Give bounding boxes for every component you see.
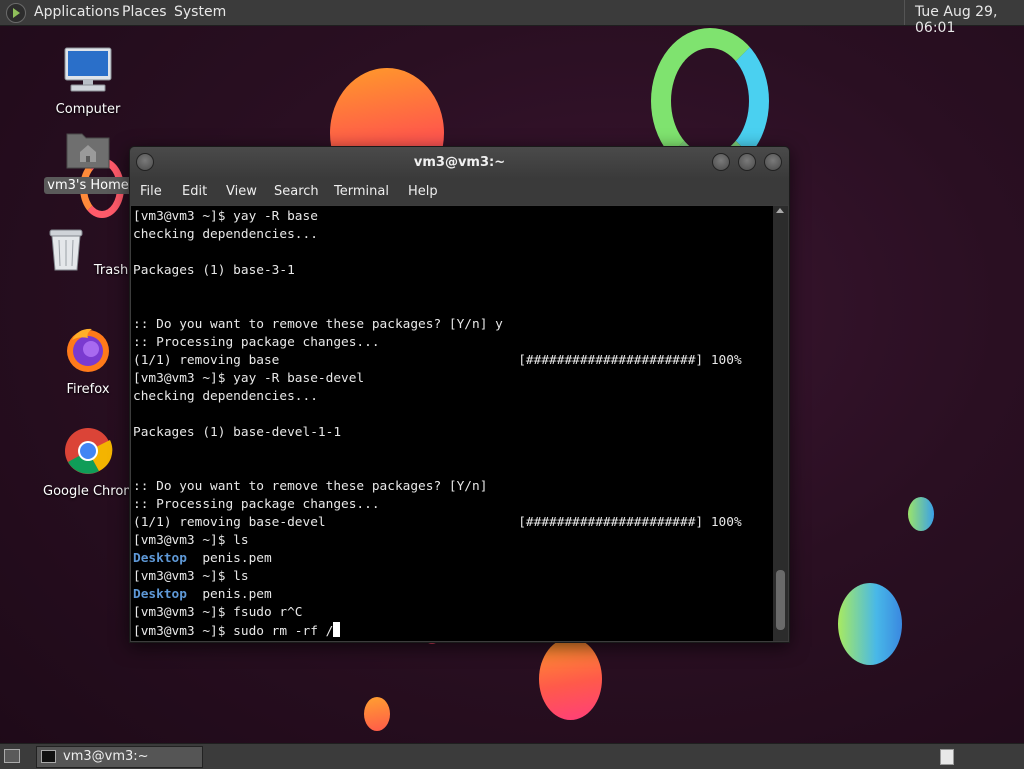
taskbar-button-terminal[interactable]: vm3@vm3:~	[36, 746, 203, 768]
menu-terminal[interactable]: Terminal	[334, 184, 389, 199]
system-menu[interactable]: System	[174, 4, 226, 20]
ls-output-line: Desktop penis.pem	[133, 586, 742, 604]
title-bar[interactable]: vm3@vm3:~	[130, 147, 789, 179]
chrome-icon	[65, 428, 113, 474]
terminal-line: :: Processing package changes...	[133, 335, 380, 350]
desktop-icon-label: Trash	[93, 263, 129, 278]
menu-view[interactable]: View	[226, 184, 257, 199]
desktop-icon-label: Firefox	[66, 382, 110, 397]
scroll-up-arrow-icon[interactable]	[776, 208, 784, 213]
mate-logo-icon[interactable]	[6, 3, 26, 23]
show-desktop-icon[interactable]	[4, 749, 20, 763]
wallpaper-blob	[539, 638, 602, 720]
top-panel: Applications Places System Tue Aug 29, 0…	[0, 0, 1024, 36]
places-menu[interactable]: Places	[122, 4, 167, 20]
desktop-icon-computer[interactable]: Computer	[40, 46, 136, 118]
workspace-switcher-icon[interactable]	[940, 749, 954, 765]
menu-bar: File Edit View Search Terminal Help	[130, 179, 789, 205]
bottom-panel: vm3@vm3:~	[0, 743, 1024, 769]
text-cursor	[333, 622, 341, 637]
trash-icon	[49, 229, 83, 271]
terminal-line: [vm3@vm3 ~]$ ls	[133, 569, 249, 584]
terminal-line: :: Do you want to remove these packages?…	[133, 317, 503, 332]
terminal-line: (1/1) removing base-devel [#############…	[133, 515, 742, 530]
computer-icon	[64, 47, 112, 92]
terminal-line: :: Do you want to remove these packages?…	[133, 479, 488, 494]
home-folder-icon	[66, 133, 110, 169]
close-button[interactable]	[764, 153, 782, 171]
current-command: [vm3@vm3 ~]$ sudo rm -rf /	[133, 624, 334, 639]
applications-menu[interactable]: Applications	[34, 4, 120, 20]
maximize-button[interactable]	[738, 153, 756, 171]
terminal-line: Packages (1) base-devel-1-1	[133, 425, 342, 440]
file-name: penis.pem	[186, 587, 272, 602]
terminal-prompt-line[interactable]: [vm3@vm3 ~]$ sudo rm -rf /	[133, 622, 742, 640]
terminal-line: :: Processing package changes...	[133, 497, 380, 512]
wallpaper-blob	[364, 697, 390, 731]
terminal-line: (1/1) removing base [###################…	[133, 353, 742, 368]
desktop-icon-label: Google Chrom	[43, 484, 136, 499]
terminal-line: [vm3@vm3 ~]$ fsudo r^C	[133, 605, 303, 620]
directory-name: Desktop	[133, 551, 187, 566]
minimize-button[interactable]	[712, 153, 730, 171]
clock[interactable]: Tue Aug 29, 06:01	[915, 4, 1024, 36]
scrollbar[interactable]	[773, 206, 788, 641]
menu-file[interactable]: File	[140, 184, 162, 199]
file-name: penis.pem	[186, 551, 272, 566]
terminal-line: [vm3@vm3 ~]$ yay -R base-devel	[133, 371, 365, 386]
terminal-line: Packages (1) base-3-1	[133, 263, 295, 278]
ls-output-line: Desktop penis.pem	[133, 550, 742, 568]
terminal-window[interactable]: vm3@vm3:~ File Edit View Search Terminal…	[129, 146, 790, 643]
terminal-icon	[41, 750, 56, 763]
wallpaper-blob	[838, 583, 902, 665]
menu-help[interactable]: Help	[408, 184, 438, 199]
wallpaper-blob	[908, 497, 934, 531]
menu-search[interactable]: Search	[274, 184, 319, 199]
terminal-line: checking dependencies...	[133, 389, 318, 404]
desktop-icon-home[interactable]: vm3's Home	[40, 128, 136, 194]
taskbar-label: vm3@vm3:~	[63, 749, 149, 764]
desktop-icon-firefox[interactable]: Firefox	[40, 326, 136, 398]
terminal-line: [vm3@vm3 ~]$ yay -R base	[133, 209, 318, 224]
terminal-output[interactable]: [vm3@vm3 ~]$ yay -R base checking depend…	[131, 206, 773, 641]
terminal-line: [vm3@vm3 ~]$ ls	[133, 533, 249, 548]
desktop-icon-trash[interactable]: Trash	[40, 226, 136, 279]
directory-name: Desktop	[133, 587, 187, 602]
scrollbar-thumb[interactable]	[776, 570, 785, 630]
desktop-icon-label: Computer	[55, 102, 121, 117]
desktop-icon-label: vm3's Home	[44, 177, 132, 194]
panel-separator	[904, 0, 905, 25]
desktop-icon-chrome[interactable]: Google Chrom	[40, 426, 136, 500]
firefox-icon	[67, 328, 109, 372]
menu-edit[interactable]: Edit	[182, 184, 207, 199]
window-title: vm3@vm3:~	[413, 155, 506, 170]
terminal-line: checking dependencies...	[133, 227, 318, 242]
